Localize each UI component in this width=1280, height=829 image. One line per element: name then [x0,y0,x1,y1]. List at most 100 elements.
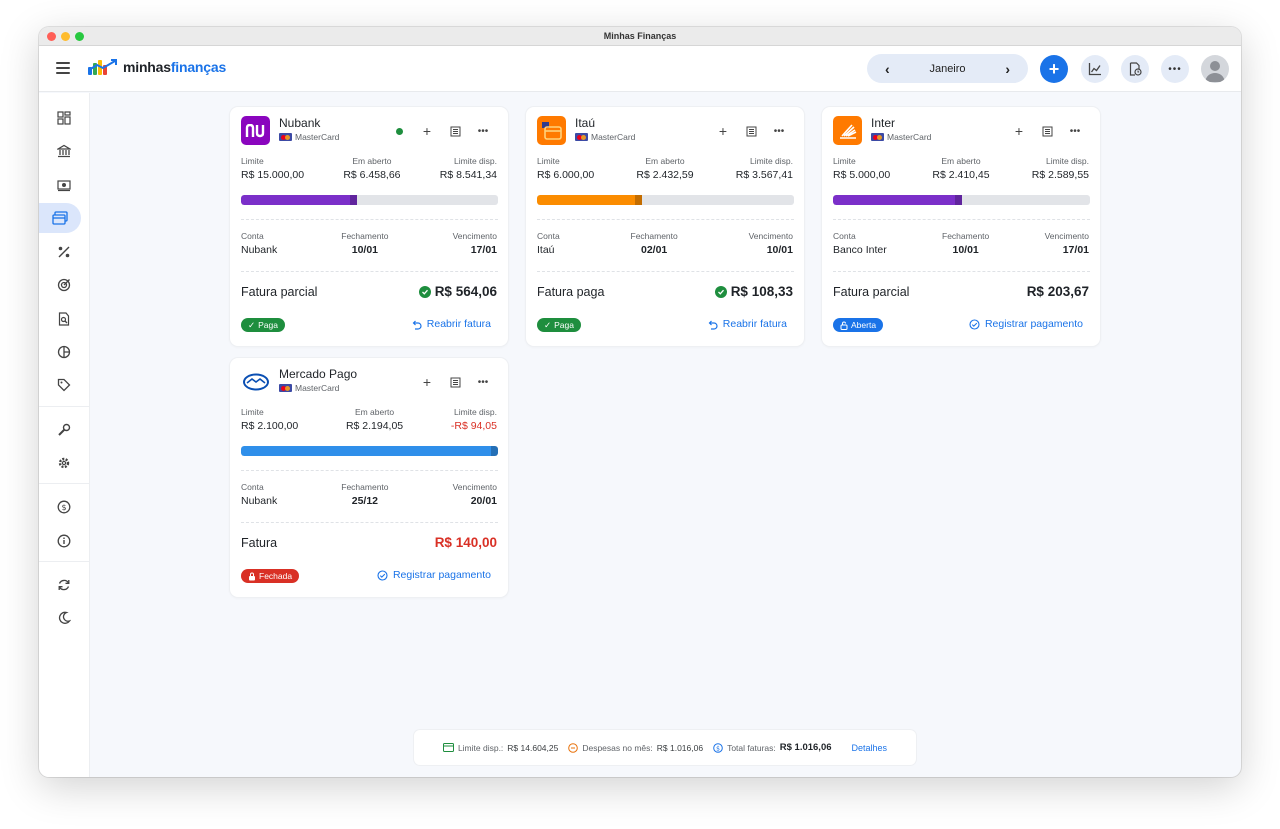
card-actions: + ••• [385,121,497,141]
due-label: Vencimento [452,231,497,241]
statement-button[interactable] [1033,121,1061,141]
closing-label: Fechamento [341,231,389,241]
card-more-button[interactable]: ••• [469,121,497,141]
avatar[interactable] [1201,55,1229,83]
card-dates: Conta Nubank Fechamento 25/12 Vencimento 20… [241,482,497,507]
sidebar-item-tools[interactable] [49,415,79,445]
sidebar-item-currency[interactable]: $ [49,492,79,522]
sidebar-item-tags[interactable] [49,370,79,400]
dollar-circle-icon: $ [57,500,71,514]
card-more-button[interactable]: ••• [469,372,497,392]
available-limit-label: Limite disp. [1046,156,1089,166]
due-value: 17/01 [1062,244,1089,256]
add-expense-button[interactable]: + [1005,121,1033,141]
sidebar-item-dashboard[interactable] [49,103,79,133]
due-value: 20/01 [470,495,497,507]
sidebar-item-bank[interactable] [49,136,79,166]
details-link[interactable]: Detalhes [852,743,888,753]
usage-bar-fill [833,195,962,205]
credit-card-nubank: Nubank MasterCard + ••• Limite R$ 15.000,… [230,107,508,346]
statement-button[interactable] [737,121,765,141]
reopen-invoice-button[interactable]: Reabrir fatura [707,318,787,330]
status-label: Paga [554,320,574,330]
check-icon: ✓ [544,319,552,330]
sidebar-item-reports[interactable] [49,304,79,334]
chart-button[interactable] [1081,55,1109,83]
register-payment-button[interactable]: Registrar pagamento [377,569,491,581]
sidebar-divider [39,483,90,484]
usage-bar-fill [537,195,643,205]
list-icon [450,126,460,136]
account-value: Itaú [537,244,555,256]
divider [833,219,1090,220]
sidebar-item-budget[interactable] [49,337,79,367]
available-limit-label: Limite disp. [454,156,497,166]
invoice-label: Fatura parcial [241,285,318,299]
sidebar-item-about[interactable] [49,526,79,556]
card-more-button[interactable]: ••• [765,121,793,141]
limit-value: R$ 2.100,00 [241,420,299,432]
sidebar-item-percent[interactable] [49,237,79,267]
card-header: Nubank MasterCard + ••• [241,116,497,146]
usage-bar [241,446,498,456]
check-circle-outline-icon [969,318,980,330]
tag-icon [57,378,71,392]
current-month-label[interactable]: Janeiro [929,63,965,75]
check-circle-icon [418,285,431,298]
card-limits: Limite R$ 15.000,00 Em aberto R$ 6.458,66 … [241,156,497,181]
zoom-window-button[interactable] [75,32,84,41]
card-more-button[interactable]: ••• [1061,121,1089,141]
status-badge: ✓ Paga [537,318,581,332]
bank-icon [57,144,71,158]
add-button[interactable]: + [1040,55,1068,83]
gear-icon [58,457,70,469]
sidebar-item-theme[interactable] [49,603,79,633]
closing-value: 02/01 [640,244,668,256]
more-options-button[interactable]: ••• [1161,55,1189,83]
close-window-button[interactable] [47,32,56,41]
pie-chart-icon [57,345,71,359]
open-amount-value: R$ 2.410,45 [932,169,990,181]
report-button[interactable] [1121,55,1149,83]
sidebar-item-transactions[interactable] [49,170,79,200]
reopen-invoice-button[interactable]: Reabrir fatura [411,318,491,330]
divider [241,271,498,272]
card-header: Inter MasterCard + ••• [833,116,1089,146]
statement-button[interactable] [441,372,469,392]
sidebar-item-credit-cards[interactable] [39,203,81,233]
account-value: Nubank [241,244,278,256]
invoice-value: R$ 203,67 [1026,284,1089,299]
window-controls [47,32,84,41]
limit-value: R$ 15.000,00 [241,169,305,181]
minimize-window-button[interactable] [61,32,70,41]
itau-logo-icon [537,116,566,145]
bar-chart-logo-icon [88,59,117,75]
sidebar-item-sync[interactable] [49,570,79,600]
add-expense-button[interactable]: + [709,121,737,141]
invoice-value: R$ 564,06 [434,284,497,299]
add-expense-button[interactable]: + [413,121,441,141]
menu-icon[interactable] [56,62,70,74]
limit-value: R$ 5.000,00 [833,169,891,181]
card-dates: Conta Banco Inter Fechamento 10/01 Vencime… [833,231,1089,256]
next-month-button[interactable]: › [1005,61,1010,77]
divider [537,271,794,272]
statement-button[interactable] [441,121,469,141]
invoice-amount: R$ 140,00 [435,535,497,550]
sidebar-item-settings[interactable] [49,448,79,478]
card-actions: + ••• [413,372,497,392]
closing-value: 10/01 [952,244,979,256]
brand-name-part2: finanças [170,59,227,75]
open-amount-value: R$ 2.194,05 [345,420,404,432]
action-label: Reabrir fatura [722,318,787,330]
sidebar-item-goals[interactable] [49,270,79,300]
previous-month-button[interactable]: ‹ [885,61,890,77]
sidebar: $ [39,93,90,777]
register-payment-button[interactable]: Registrar pagamento [969,318,1083,330]
closing-label: Fechamento [630,231,678,241]
action-label: Registrar pagamento [984,318,1083,330]
title-bar: Minhas Finanças [39,27,1241,46]
account-label: Conta [833,231,856,241]
usage-bar [537,195,794,205]
add-expense-button[interactable]: + [413,372,441,392]
